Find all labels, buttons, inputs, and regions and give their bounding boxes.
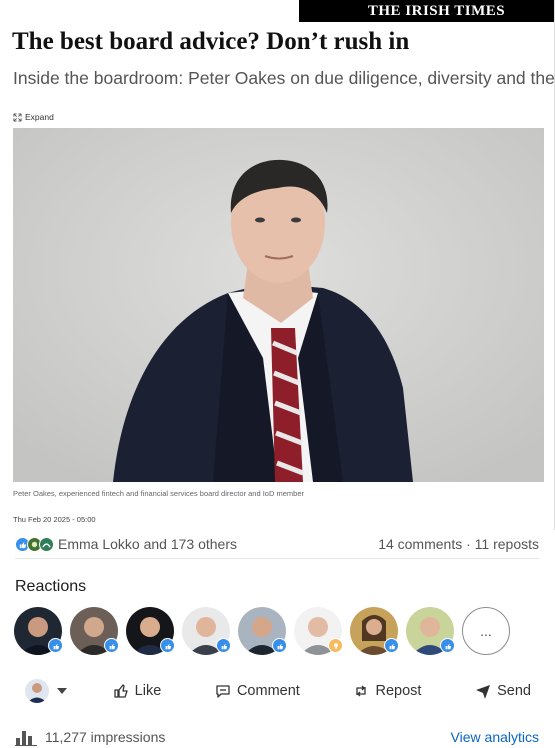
like-button[interactable]: Like (105, 679, 170, 703)
article-photo[interactable] (13, 128, 544, 482)
reaction-icons (15, 536, 54, 552)
reactor-avatar[interactable] (350, 607, 399, 655)
repost-label: Repost (375, 683, 422, 699)
analytics-icon (15, 731, 37, 746)
send-button[interactable]: Send (467, 679, 539, 703)
like-icon (272, 638, 287, 653)
like-label: Like (134, 683, 162, 699)
comments-reposts-count[interactable]: 14 comments · 11 reposts (378, 536, 539, 552)
photo-caption: Peter Oakes, experienced fintech and fin… (13, 489, 304, 498)
reactors-summary[interactable]: Emma Lokko and 173 others (15, 536, 237, 552)
like-icon (384, 638, 399, 653)
send-icon (476, 685, 491, 699)
masthead: THE IRISH TIMES (299, 0, 554, 22)
reactions-avatars: ... (14, 607, 510, 655)
reactor-avatar[interactable] (238, 607, 287, 655)
reactors-text: Emma Lokko and 173 others (58, 536, 237, 552)
article-headline[interactable]: The best board advice? Don’t rush in (12, 28, 409, 56)
avatar (25, 679, 49, 703)
reactions-title: Reactions (15, 578, 87, 595)
send-label: Send (497, 683, 531, 699)
like-icon (48, 638, 63, 653)
repost-button[interactable]: Repost (345, 679, 429, 703)
like-icon (216, 638, 231, 653)
impressions-count: 11,277 impressions (45, 729, 166, 745)
like-icon (114, 684, 128, 698)
reactor-avatar[interactable] (294, 607, 343, 655)
expand-button[interactable]: Expand (13, 112, 54, 122)
reactor-avatar[interactable] (182, 607, 231, 655)
insightful-icon (39, 536, 54, 552)
article-card: THE IRISH TIMES The best board advice? D… (0, 0, 555, 530)
view-analytics-link[interactable]: View analytics (451, 729, 539, 745)
post-footer: 11,277 impressions View analytics (15, 728, 539, 746)
reactor-avatar[interactable] (14, 607, 63, 655)
repost-icon (356, 685, 367, 697)
reactor-avatar[interactable] (126, 607, 175, 655)
expand-icon (13, 112, 22, 122)
reaction-identity-selector[interactable] (15, 679, 67, 703)
insightful-icon (328, 638, 343, 653)
like-icon (160, 638, 175, 653)
social-counts: Emma Lokko and 173 others 14 comments · … (15, 533, 539, 555)
impressions[interactable]: 11,277 impressions (15, 728, 165, 746)
like-icon (104, 638, 119, 653)
comment-icon (216, 685, 230, 698)
reactor-avatar[interactable] (70, 607, 119, 655)
post-actions: Like Comment Repost Send (15, 675, 539, 707)
expand-label: Expand (25, 112, 54, 122)
article-date: Thu Feb 20 2025 - 05:00 (13, 515, 96, 524)
more-reactions-button[interactable]: ... (462, 607, 510, 655)
chevron-down-icon (57, 688, 67, 694)
comment-button[interactable]: Comment (207, 679, 308, 703)
reactor-avatar[interactable] (406, 607, 455, 655)
article-subheadline: Inside the boardroom: Peter Oakes on due… (13, 68, 555, 88)
like-icon (440, 638, 455, 653)
comment-label: Comment (236, 683, 300, 699)
divider (15, 558, 539, 559)
